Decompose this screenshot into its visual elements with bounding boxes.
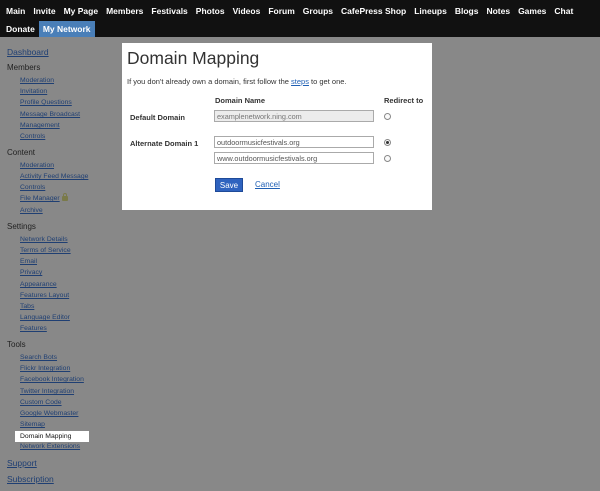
file-manager-label: File Manager: [20, 195, 60, 202]
sidebar-item-search-bots[interactable]: Search Bots: [20, 354, 57, 361]
sidebar-heading-members: Members: [7, 63, 41, 72]
sidebar-item-message-broadcast[interactable]: Message Broadcast: [20, 111, 80, 118]
sidebar-item-flickr-integration[interactable]: Flickr Integration: [20, 365, 70, 372]
sidebar-item-management[interactable]: Management: [20, 122, 60, 129]
sidebar-item-invitation[interactable]: Invitation: [20, 88, 47, 95]
sidebar-item-twitter-integration[interactable]: Twitter Integration: [20, 388, 74, 395]
sidebar-item-members-moderation[interactable]: Moderation: [20, 77, 54, 84]
sidebar-heading-tools: Tools: [7, 340, 26, 349]
top-nav-row-2: Donate My Network: [0, 20, 95, 38]
nav-videos[interactable]: Videos: [229, 3, 265, 19]
redirect-to-column-header: Redirect to: [384, 96, 424, 105]
nav-groups[interactable]: Groups: [299, 3, 337, 19]
sidebar-item-profile-questions[interactable]: Profile Questions: [20, 99, 72, 106]
nav-donate[interactable]: Donate: [0, 21, 39, 37]
dialog-title: Domain Mapping: [127, 48, 260, 68]
sidebar-item-domain-mapping[interactable]: Domain Mapping: [15, 431, 89, 442]
sidebar-item-network-extensions[interactable]: Network Extensions: [20, 443, 80, 450]
sidebar-item-tabs[interactable]: Tabs: [20, 303, 34, 310]
sidebar-dashboard-link[interactable]: Dashboard: [7, 47, 49, 57]
sidebar-item-content-controls[interactable]: Controls: [20, 184, 45, 191]
sidebar-heading-settings: Settings: [7, 222, 36, 231]
sidebar-item-network-details[interactable]: Network Details: [20, 236, 68, 243]
alternate-domain-1-redirect-radio[interactable]: [384, 139, 391, 146]
intro-text-after: to get one.: [308, 77, 347, 86]
nav-blogs[interactable]: Blogs: [451, 3, 483, 19]
save-button[interactable]: Save: [215, 178, 243, 192]
alternate-domain-2-redirect-radio[interactable]: [384, 155, 391, 162]
domain-name-column-header: Domain Name: [215, 96, 266, 105]
top-nav-row-1: Main Invite My Page Members Festivals Ph…: [0, 2, 577, 20]
nav-main[interactable]: Main: [0, 3, 29, 19]
sidebar-item-activity-feed-message[interactable]: Activity Feed Message: [20, 173, 88, 180]
sidebar-subscription-link[interactable]: Subscription: [7, 474, 54, 484]
nav-cafepress-shop[interactable]: CafePress Shop: [337, 3, 410, 19]
nav-festivals[interactable]: Festivals: [147, 3, 191, 19]
sidebar-item-features[interactable]: Features: [20, 325, 47, 332]
nav-my-network[interactable]: My Network: [38, 21, 95, 37]
sidebar-item-privacy[interactable]: Privacy: [20, 269, 42, 276]
nav-photos[interactable]: Photos: [192, 3, 229, 19]
nav-lineups[interactable]: Lineups: [410, 3, 451, 19]
default-domain-label: Default Domain: [130, 113, 186, 122]
sidebar-item-content-moderation[interactable]: Moderation: [20, 162, 54, 169]
cancel-link[interactable]: Cancel: [255, 180, 280, 189]
nav-invite[interactable]: Invite: [29, 3, 59, 19]
sidebar-support-link[interactable]: Support: [7, 458, 37, 468]
dialog-intro-text: If you don't already own a domain, first…: [127, 77, 347, 86]
nav-members[interactable]: Members: [102, 3, 147, 19]
top-navigation: Main Invite My Page Members Festivals Ph…: [0, 0, 600, 37]
sidebar-item-features-layout[interactable]: Features Layout: [20, 292, 69, 299]
domain-mapping-dialog: Domain Mapping If you don't already own …: [122, 43, 432, 210]
sidebar-item-archive[interactable]: Archive: [20, 207, 43, 214]
sidebar-item-google-webmaster[interactable]: Google Webmaster: [20, 410, 78, 417]
sidebar-item-language-editor[interactable]: Language Editor: [20, 314, 70, 321]
sidebar-item-sitemap[interactable]: Sitemap: [20, 421, 45, 428]
alternate-domain-field-1[interactable]: outdoormusicfestivals.org: [214, 136, 374, 148]
sidebar-item-terms-of-service[interactable]: Terms of Service: [20, 247, 71, 254]
sidebar-item-custom-code[interactable]: Custom Code: [20, 399, 62, 406]
alternate-domain-label: Alternate Domain 1: [130, 139, 199, 148]
nav-forum[interactable]: Forum: [264, 3, 298, 19]
sidebar-item-email[interactable]: Email: [20, 258, 37, 265]
lock-icon: [61, 192, 68, 201]
sidebar-item-file-manager[interactable]: File Manager: [20, 192, 68, 202]
nav-games[interactable]: Games: [514, 3, 550, 19]
sidebar-item-facebook-integration[interactable]: Facebook Integration: [20, 376, 84, 383]
default-domain-field: examplenetwork.ning.com: [214, 110, 374, 122]
alternate-domain-field-2[interactable]: www.outdoormusicfestivals.org: [214, 152, 374, 164]
sidebar-heading-content: Content: [7, 148, 36, 157]
nav-chat[interactable]: Chat: [550, 3, 577, 19]
sidebar-item-members-controls[interactable]: Controls: [20, 133, 45, 140]
nav-my-page[interactable]: My Page: [60, 3, 103, 19]
steps-link[interactable]: steps: [291, 77, 309, 86]
nav-notes[interactable]: Notes: [482, 3, 514, 19]
default-domain-redirect-radio[interactable]: [384, 113, 391, 120]
intro-text-before: If you don't already own a domain, first…: [127, 77, 292, 86]
sidebar-item-appearance[interactable]: Appearance: [20, 281, 57, 288]
